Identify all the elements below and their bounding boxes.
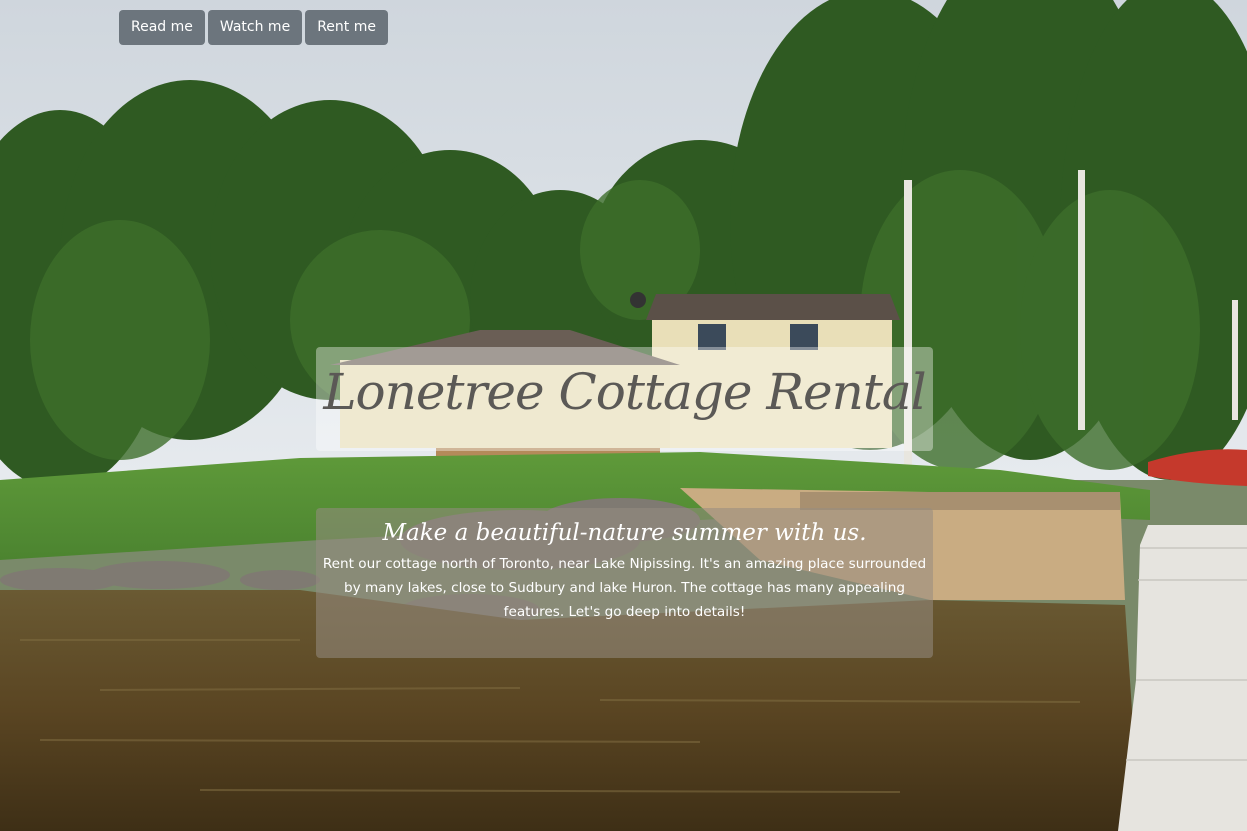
hero-description: Rent our cottage north of Toronto, near … xyxy=(322,556,927,620)
read-me-button[interactable]: Read me xyxy=(119,10,205,45)
page-title: Lonetree Cottage Rental xyxy=(323,363,926,421)
hero-subtitle: Make a beautiful-nature summer with us. xyxy=(382,520,867,546)
title-panel: Lonetree Cottage Rental xyxy=(316,347,933,451)
top-nav: Read me Watch me Rent me xyxy=(119,10,388,45)
watch-me-button[interactable]: Watch me xyxy=(207,10,303,45)
rent-me-button[interactable]: Rent me xyxy=(305,10,388,45)
intro-panel: Make a beautiful-nature summer with us. … xyxy=(316,508,933,658)
